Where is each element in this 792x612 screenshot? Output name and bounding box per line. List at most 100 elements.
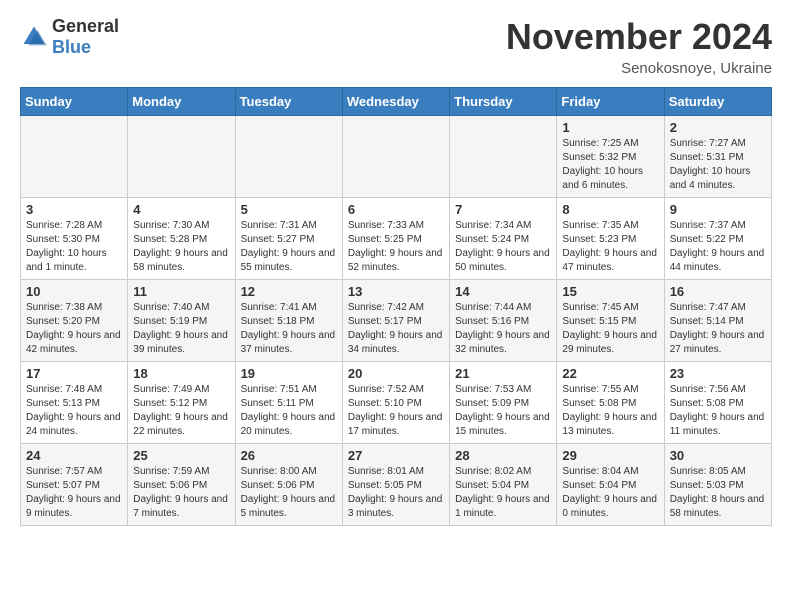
calendar-week-4: 17 Sunrise: 7:48 AM Sunset: 5:13 PM Dayli… [21, 362, 772, 444]
calendar-cell [21, 116, 128, 198]
logo: General Blue [20, 16, 119, 58]
day-info: Sunrise: 7:51 AM Sunset: 5:11 PM Dayligh… [241, 383, 337, 439]
day-info: Sunrise: 7:37 AM Sunset: 5:22 PM Dayligh… [670, 219, 766, 275]
day-info: Sunrise: 7:49 AM Sunset: 5:12 PM Dayligh… [133, 383, 229, 439]
day-number: 19 [241, 366, 337, 381]
calendar-cell: 27 Sunrise: 8:01 AM Sunset: 5:05 PM Dayli… [342, 444, 449, 526]
day-number: 4 [133, 202, 229, 217]
day-number: 27 [348, 448, 444, 463]
day-number: 29 [562, 448, 658, 463]
day-number: 7 [455, 202, 551, 217]
calendar-cell: 17 Sunrise: 7:48 AM Sunset: 5:13 PM Dayli… [21, 362, 128, 444]
calendar-body: 1 Sunrise: 7:25 AM Sunset: 5:32 PM Daylig… [21, 116, 772, 526]
calendar-cell: 19 Sunrise: 7:51 AM Sunset: 5:11 PM Dayli… [235, 362, 342, 444]
day-number: 30 [670, 448, 766, 463]
calendar-cell: 1 Sunrise: 7:25 AM Sunset: 5:32 PM Daylig… [557, 116, 664, 198]
logo-text: General Blue [52, 16, 119, 58]
calendar-cell: 21Sunrise: 7:53 AM Sunset: 5:09 PM Dayli… [450, 362, 557, 444]
logo-icon [20, 23, 48, 51]
day-info: Sunrise: 7:34 AM Sunset: 5:24 PM Dayligh… [455, 219, 551, 275]
calendar-cell: 4 Sunrise: 7:30 AM Sunset: 5:28 PM Daylig… [128, 198, 235, 280]
calendar-cell: 6 Sunrise: 7:33 AM Sunset: 5:25 PM Daylig… [342, 198, 449, 280]
page-header: General Blue November 2024 Senokosnoye, … [20, 16, 772, 77]
day-info: Sunrise: 7:33 AM Sunset: 5:25 PM Dayligh… [348, 219, 444, 275]
day-info: Sunrise: 7:59 AM Sunset: 5:06 PM Dayligh… [133, 465, 229, 521]
calendar-cell: 2 Sunrise: 7:27 AM Sunset: 5:31 PM Daylig… [664, 116, 771, 198]
title-block: November 2024 Senokosnoye, Ukraine [506, 16, 772, 77]
day-number: 26 [241, 448, 337, 463]
day-number: 8 [562, 202, 658, 217]
day-info: Sunrise: 7:25 AM Sunset: 5:32 PM Dayligh… [562, 137, 658, 193]
calendar-cell: 15 Sunrise: 7:45 AM Sunset: 5:15 PM Dayli… [557, 280, 664, 362]
calendar-cell: 24 Sunrise: 7:57 AM Sunset: 5:07 PM Dayli… [21, 444, 128, 526]
calendar-cell: 22 Sunrise: 7:55 AM Sunset: 5:08 PM Dayli… [557, 362, 664, 444]
calendar-cell: 5Sunrise: 7:31 AM Sunset: 5:27 PM Daylig… [235, 198, 342, 280]
day-info: Sunrise: 7:27 AM Sunset: 5:31 PM Dayligh… [670, 137, 766, 193]
day-number: 12 [241, 284, 337, 299]
day-info: Sunrise: 7:30 AM Sunset: 5:28 PM Dayligh… [133, 219, 229, 275]
calendar-page: General Blue November 2024 Senokosnoye, … [0, 0, 792, 542]
calendar-week-5: 24 Sunrise: 7:57 AM Sunset: 5:07 PM Dayli… [21, 444, 772, 526]
calendar-cell: 14 Sunrise: 7:44 AM Sunset: 5:16 PM Dayli… [450, 280, 557, 362]
calendar-cell: 23Sunrise: 7:56 AM Sunset: 5:08 PM Dayli… [664, 362, 771, 444]
day-number: 28 [455, 448, 551, 463]
calendar-header-row: SundayMondayTuesdayWednesdayThursdayFrid… [21, 88, 772, 116]
calendar-cell: 25 Sunrise: 7:59 AM Sunset: 5:06 PM Dayli… [128, 444, 235, 526]
day-number: 1 [562, 120, 658, 135]
calendar-cell: 29 Sunrise: 8:04 AM Sunset: 5:04 PM Dayli… [557, 444, 664, 526]
day-number: 22 [562, 366, 658, 381]
day-number: 21 [455, 366, 551, 381]
logo-general: General [52, 16, 119, 37]
day-number: 25 [133, 448, 229, 463]
column-header-monday: Monday [128, 88, 235, 116]
calendar-cell: 10 Sunrise: 7:38 AM Sunset: 5:20 PM Dayli… [21, 280, 128, 362]
day-number: 11 [133, 284, 229, 299]
calendar-cell: 7 Sunrise: 7:34 AM Sunset: 5:24 PM Daylig… [450, 198, 557, 280]
calendar-cell [450, 116, 557, 198]
day-number: 17 [26, 366, 122, 381]
column-header-sunday: Sunday [21, 88, 128, 116]
day-info: Sunrise: 7:38 AM Sunset: 5:20 PM Dayligh… [26, 301, 122, 357]
day-info: Sunrise: 8:05 AM Sunset: 5:03 PM Dayligh… [670, 465, 766, 521]
day-info: Sunrise: 7:48 AM Sunset: 5:13 PM Dayligh… [26, 383, 122, 439]
day-info: Sunrise: 7:56 AM Sunset: 5:08 PM Dayligh… [670, 383, 766, 439]
column-header-friday: Friday [557, 88, 664, 116]
calendar-week-3: 10 Sunrise: 7:38 AM Sunset: 5:20 PM Dayli… [21, 280, 772, 362]
day-info: Sunrise: 7:28 AM Sunset: 5:30 PM Dayligh… [26, 219, 122, 275]
logo-blue: Blue [52, 37, 119, 58]
calendar-cell: 18Sunrise: 7:49 AM Sunset: 5:12 PM Dayli… [128, 362, 235, 444]
calendar-week-1: 1 Sunrise: 7:25 AM Sunset: 5:32 PM Daylig… [21, 116, 772, 198]
day-info: Sunrise: 7:44 AM Sunset: 5:16 PM Dayligh… [455, 301, 551, 357]
calendar-cell [235, 116, 342, 198]
calendar-cell: 3Sunrise: 7:28 AM Sunset: 5:30 PM Daylig… [21, 198, 128, 280]
calendar-cell: 12 Sunrise: 7:41 AM Sunset: 5:18 PM Dayli… [235, 280, 342, 362]
calendar-cell: 16 Sunrise: 7:47 AM Sunset: 5:14 PM Dayli… [664, 280, 771, 362]
day-number: 16 [670, 284, 766, 299]
calendar-table: SundayMondayTuesdayWednesdayThursdayFrid… [20, 87, 772, 526]
calendar-cell: 8Sunrise: 7:35 AM Sunset: 5:23 PM Daylig… [557, 198, 664, 280]
day-number: 10 [26, 284, 122, 299]
day-number: 2 [670, 120, 766, 135]
day-info: Sunrise: 8:00 AM Sunset: 5:06 PM Dayligh… [241, 465, 337, 521]
day-info: Sunrise: 7:57 AM Sunset: 5:07 PM Dayligh… [26, 465, 122, 521]
day-info: Sunrise: 7:41 AM Sunset: 5:18 PM Dayligh… [241, 301, 337, 357]
day-number: 13 [348, 284, 444, 299]
day-info: Sunrise: 7:55 AM Sunset: 5:08 PM Dayligh… [562, 383, 658, 439]
day-info: Sunrise: 7:47 AM Sunset: 5:14 PM Dayligh… [670, 301, 766, 357]
column-header-saturday: Saturday [664, 88, 771, 116]
location: Senokosnoye, Ukraine [506, 60, 772, 77]
day-info: Sunrise: 8:01 AM Sunset: 5:05 PM Dayligh… [348, 465, 444, 521]
day-info: Sunrise: 7:52 AM Sunset: 5:10 PM Dayligh… [348, 383, 444, 439]
column-header-wednesday: Wednesday [342, 88, 449, 116]
day-number: 24 [26, 448, 122, 463]
day-number: 15 [562, 284, 658, 299]
calendar-cell: 9Sunrise: 7:37 AM Sunset: 5:22 PM Daylig… [664, 198, 771, 280]
day-info: Sunrise: 8:02 AM Sunset: 5:04 PM Dayligh… [455, 465, 551, 521]
day-number: 14 [455, 284, 551, 299]
day-info: Sunrise: 8:04 AM Sunset: 5:04 PM Dayligh… [562, 465, 658, 521]
calendar-cell [342, 116, 449, 198]
calendar-cell: 11Sunrise: 7:40 AM Sunset: 5:19 PM Dayli… [128, 280, 235, 362]
day-number: 6 [348, 202, 444, 217]
month-title: November 2024 [506, 16, 772, 58]
day-info: Sunrise: 7:45 AM Sunset: 5:15 PM Dayligh… [562, 301, 658, 357]
